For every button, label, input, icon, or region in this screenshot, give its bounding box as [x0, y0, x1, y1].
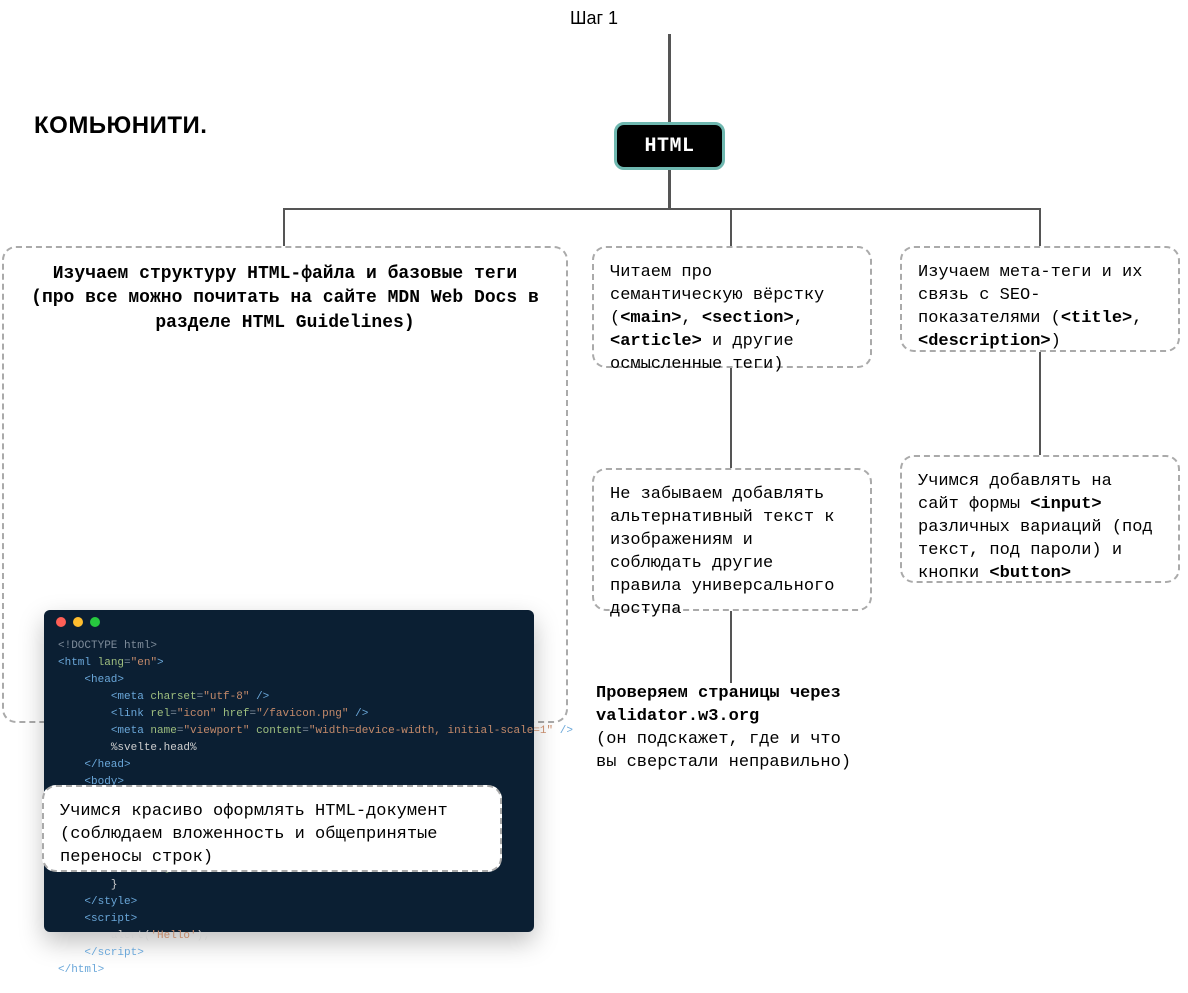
node-forms: Учимся добавлять на сайт формы <input> р… [900, 455, 1180, 583]
tag-description: <description> [918, 332, 1051, 351]
tag-input: <input> [1030, 495, 1101, 514]
node-formatting: Учимся красиво оформлять HTML-документ (… [42, 785, 502, 872]
root-node-html: HTML [614, 122, 725, 170]
node-title: Изучаем структуру HTML-файла и базовые т… [20, 262, 550, 335]
text: , [681, 309, 701, 328]
connector [668, 170, 671, 210]
window-buttons [44, 610, 534, 634]
node-validator: Проверяем страницы через validator.w3.or… [592, 683, 872, 775]
text: (про все можно почитать на сайте MDN Web… [31, 288, 539, 308]
text: , [794, 309, 804, 328]
text: ) [1051, 332, 1061, 351]
tag-section: <section> [702, 309, 794, 328]
connector [283, 208, 1040, 210]
connector [730, 208, 732, 246]
node-meta-seo: Изучаем мета-теги и их связь с SEO-показ… [900, 246, 1180, 352]
close-icon [56, 617, 66, 627]
node-semantic-layout: Читаем про семантическую вёрстку (<main>… [592, 246, 872, 368]
node-accessibility: Не забываем добавлять альтернативный тек… [592, 468, 872, 611]
tag-main: <main> [620, 309, 681, 328]
connector [730, 368, 732, 468]
tag-title: <title> [1061, 309, 1132, 328]
tag-article: <article> [610, 332, 702, 351]
code-example-window: <!DOCTYPE html> <html lang="en"> <head> … [44, 610, 534, 932]
connector [283, 208, 285, 246]
connector [668, 34, 671, 122]
tag-button: <button> [989, 564, 1071, 583]
text: разделе HTML Guidelines) [155, 313, 414, 333]
brand-logo: КОМЬЮНИТИ. [34, 112, 207, 140]
step-label: Шаг 1 [570, 8, 618, 29]
text: , [1132, 309, 1142, 328]
text-strong: Проверяем страницы через validator.w3.or… [596, 684, 841, 726]
connector [730, 611, 732, 683]
node-structure-and-tags: Изучаем структуру HTML-файла и базовые т… [2, 246, 568, 723]
text: (он подскажет, где и что вы сверстали не… [596, 730, 851, 772]
maximize-icon [90, 617, 100, 627]
minimize-icon [73, 617, 83, 627]
text: Изучаем структуру HTML-файла и базовые т… [53, 264, 517, 284]
connector [1039, 208, 1041, 246]
connector [1039, 352, 1041, 455]
